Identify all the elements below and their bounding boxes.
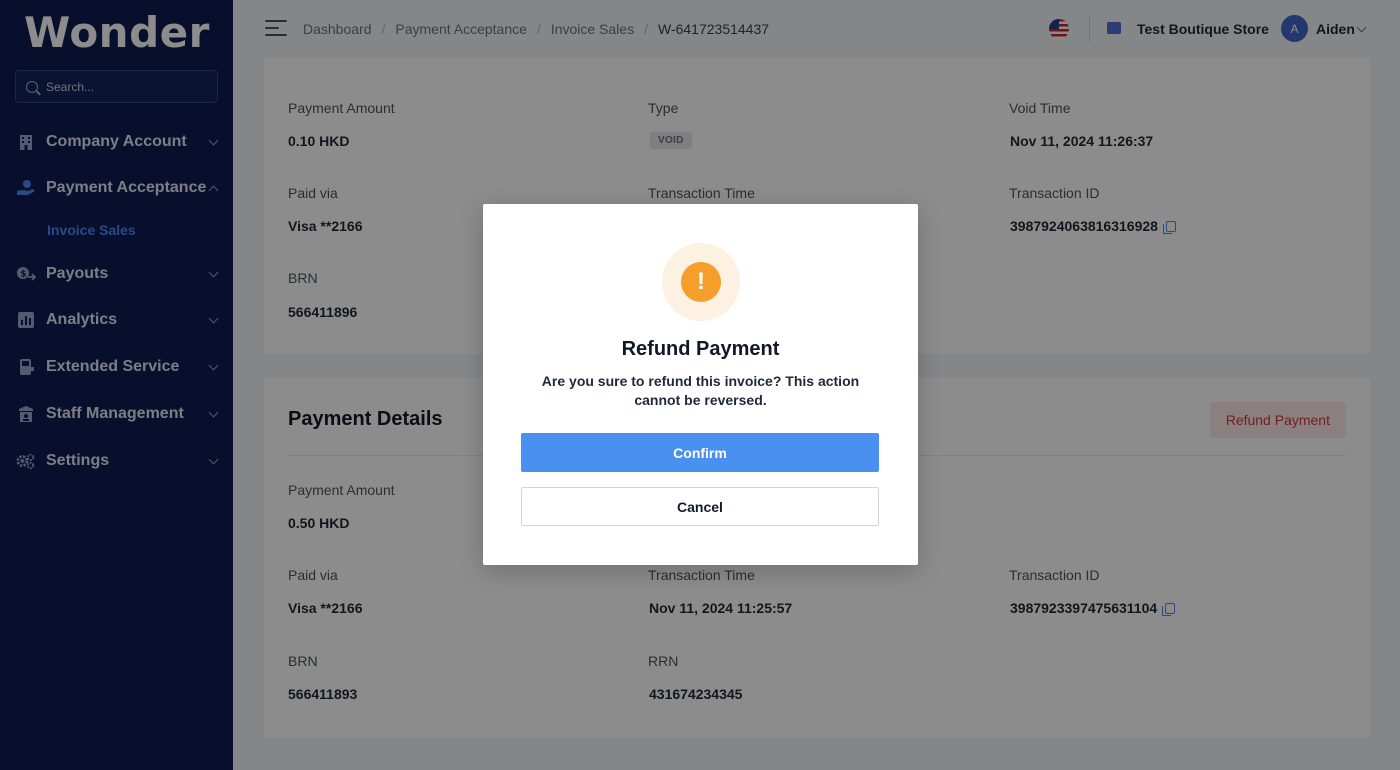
warning-icon: ! [681,262,721,302]
refund-confirm-dialog: ! Refund Payment Are you sure to refund … [483,204,918,565]
dialog-title: Refund Payment [621,338,780,360]
dialog-message: Are you sure to refund this invoice? Thi… [541,373,860,408]
confirm-button[interactable]: Confirm [521,433,879,472]
warning-icon-ring: ! [662,243,740,321]
cancel-button[interactable]: Cancel [521,487,879,526]
